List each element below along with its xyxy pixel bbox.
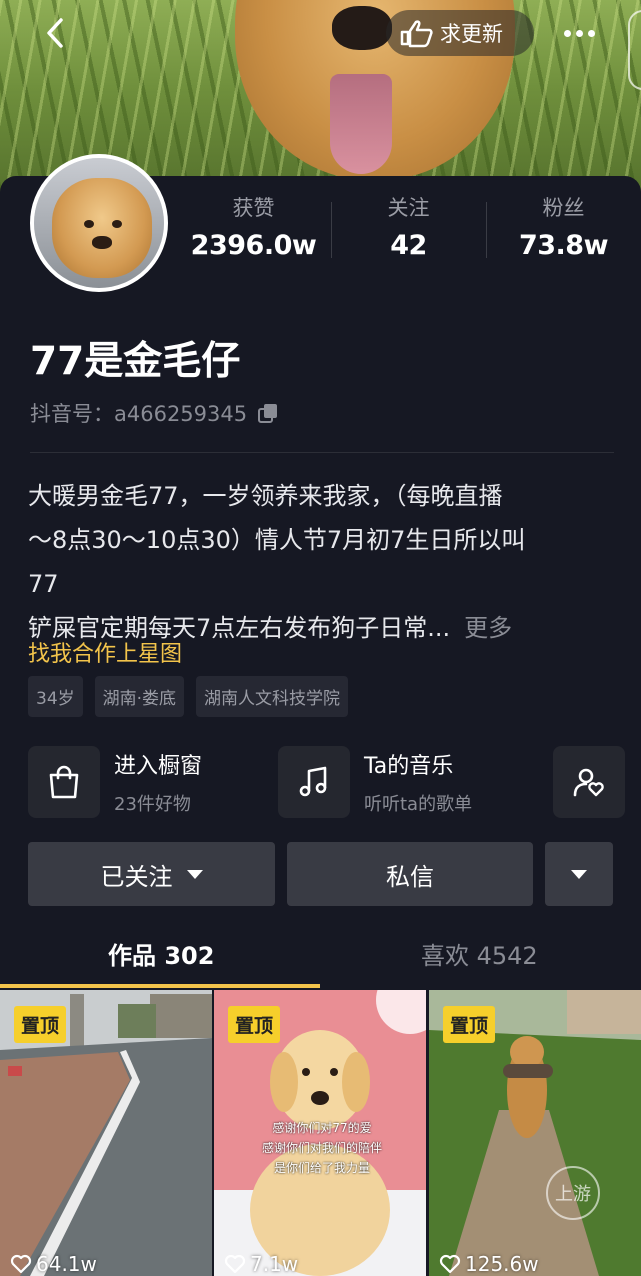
star-map-link[interactable]: 找我合作上星图 xyxy=(28,636,182,668)
video-caption: 感谢你们对77的爱 感谢你们对我们的陪伴 是你们给了我力量 xyxy=(232,1118,412,1178)
video-likes: 7.1w xyxy=(224,1252,298,1276)
shortcut-title: 进入橱窗 xyxy=(114,754,203,779)
avatar-eye xyxy=(112,220,122,228)
more-options-button[interactable] xyxy=(564,20,604,46)
music-note-icon xyxy=(278,746,350,818)
stat-followers[interactable]: 粉丝 73.8w xyxy=(486,190,641,270)
followed-label: 已关注 xyxy=(100,862,173,891)
avatar-dog-face xyxy=(52,178,152,278)
back-button[interactable] xyxy=(40,16,74,50)
message-button[interactable]: 私信 xyxy=(287,842,533,906)
douyin-id[interactable]: 抖音号：a466259345 xyxy=(30,398,279,428)
likes-count: 7.1w xyxy=(250,1252,299,1276)
video-thumbnail[interactable]: 置顶 125.6w xyxy=(429,990,641,1276)
tab-works[interactable]: 作品 302 xyxy=(108,936,214,971)
banner-dog-nose xyxy=(332,6,392,50)
shortcut-subtitle: 23件好物 xyxy=(114,794,191,815)
caption-line: 感谢你们对77的爱 xyxy=(272,1121,372,1135)
more-actions-dropdown[interactable] xyxy=(545,842,613,906)
avatar[interactable] xyxy=(30,154,168,292)
shortcut-showcase[interactable]: 进入橱窗 23件好物 xyxy=(28,746,202,818)
shortcut-row: 进入橱窗 23件好物 Ta的音乐 听听ta的歌单 xyxy=(28,746,641,818)
video-thumbnail[interactable]: 置顶 感谢你们对77的爱 感谢你们对我们的陪伴 是你们给了我力量 7.1w xyxy=(214,990,426,1276)
bio-line: ～8点30～10点30）情人节7月初7生日所以叫 xyxy=(28,526,526,554)
source-watermark: 上游 xyxy=(546,1166,600,1220)
video-likes: 125.6w xyxy=(439,1252,539,1276)
divider xyxy=(30,452,614,453)
banner-dog-tongue xyxy=(330,74,392,174)
chevron-left-icon xyxy=(47,18,63,48)
likes-count: 64.1w xyxy=(36,1252,97,1276)
copy-icon[interactable] xyxy=(257,402,279,424)
shortcut-subtitle: 听听ta的歌单 xyxy=(364,794,473,815)
active-tab-indicator xyxy=(0,984,320,988)
heart-outline-icon xyxy=(439,1254,461,1274)
stat-label: 粉丝 xyxy=(542,196,585,220)
dot-icon xyxy=(576,29,583,37)
avatar-dog-nose xyxy=(92,236,112,249)
stat-value: 73.8w xyxy=(518,230,609,261)
bio-more-link[interactable]: 更多 xyxy=(464,614,512,642)
pointing-hand-icon xyxy=(400,20,433,48)
tab-likes[interactable]: 喜欢 4542 xyxy=(421,936,538,971)
tag-location: 湖南·娄底 xyxy=(94,676,185,717)
content-tabs: 作品 302 喜欢 4542 xyxy=(0,922,641,990)
dot-icon xyxy=(564,29,571,37)
user-heart-icon xyxy=(553,746,625,818)
request-update-label: 求更新 xyxy=(440,22,503,46)
shortcut-fan-group[interactable] xyxy=(553,746,625,818)
bio-line: 大暖男金毛77，一岁领养来我家，（每晚直播 xyxy=(28,482,503,510)
followed-button[interactable]: 已关注 xyxy=(28,842,275,906)
pinned-badge: 置顶 xyxy=(228,1006,281,1043)
action-buttons: 已关注 私信 xyxy=(28,842,613,906)
douyin-id-text: 抖音号：a466259345 xyxy=(30,402,248,426)
profile-stats: 获赞 2396.0w 关注 42 粉丝 73.8w xyxy=(176,190,641,270)
stat-following[interactable]: 关注 42 xyxy=(331,190,486,270)
stat-value: 42 xyxy=(390,230,427,261)
stat-likes[interactable]: 获赞 2396.0w xyxy=(176,190,331,270)
shortcut-title: Ta的音乐 xyxy=(364,754,454,779)
profile-nickname: 77是金毛仔 xyxy=(30,339,241,384)
tag-age: 34岁 xyxy=(28,676,83,717)
video-grid: 置顶 64.1w 置顶 感谢你们对77的爱 感谢你们对我们的陪伴 是你们给了我力… xyxy=(0,990,641,1276)
video-thumbnail[interactable]: 置顶 64.1w xyxy=(0,990,212,1276)
pinned-badge: 置顶 xyxy=(443,1006,496,1043)
caption-line: 是你们给了我力量 xyxy=(273,1161,370,1175)
shortcut-music[interactable]: Ta的音乐 听听ta的歌单 xyxy=(278,746,472,818)
caption-line: 感谢你们对我们的陪伴 xyxy=(261,1141,382,1155)
profile-tags: 34岁 湖南·娄底 湖南人文科技学院 xyxy=(28,676,349,717)
profile-bio: 大暖男金毛77，一岁领养来我家，（每晚直播 ～8点30～10点30）情人节7月初… xyxy=(28,474,618,650)
avatar-eye xyxy=(84,220,94,228)
shopping-bag-icon xyxy=(28,746,100,818)
heart-outline-icon xyxy=(10,1254,32,1274)
request-update-button[interactable]: 求更新 xyxy=(386,10,534,56)
likes-count: 125.6w xyxy=(465,1252,539,1276)
caret-down-icon xyxy=(571,869,587,879)
stat-label: 关注 xyxy=(387,196,430,220)
caret-down-icon xyxy=(186,869,203,879)
tag-school: 湖南人文科技学院 xyxy=(196,676,349,717)
message-label: 私信 xyxy=(386,862,434,891)
stat-label: 获赞 xyxy=(232,196,275,220)
dot-icon xyxy=(588,29,595,37)
video-likes: 64.1w xyxy=(10,1252,97,1276)
stat-value: 2396.0w xyxy=(190,230,317,261)
pinned-badge: 置顶 xyxy=(14,1006,67,1043)
edge-element xyxy=(628,10,641,90)
heart-outline-icon xyxy=(224,1254,246,1274)
bio-line: 77 xyxy=(28,570,59,598)
